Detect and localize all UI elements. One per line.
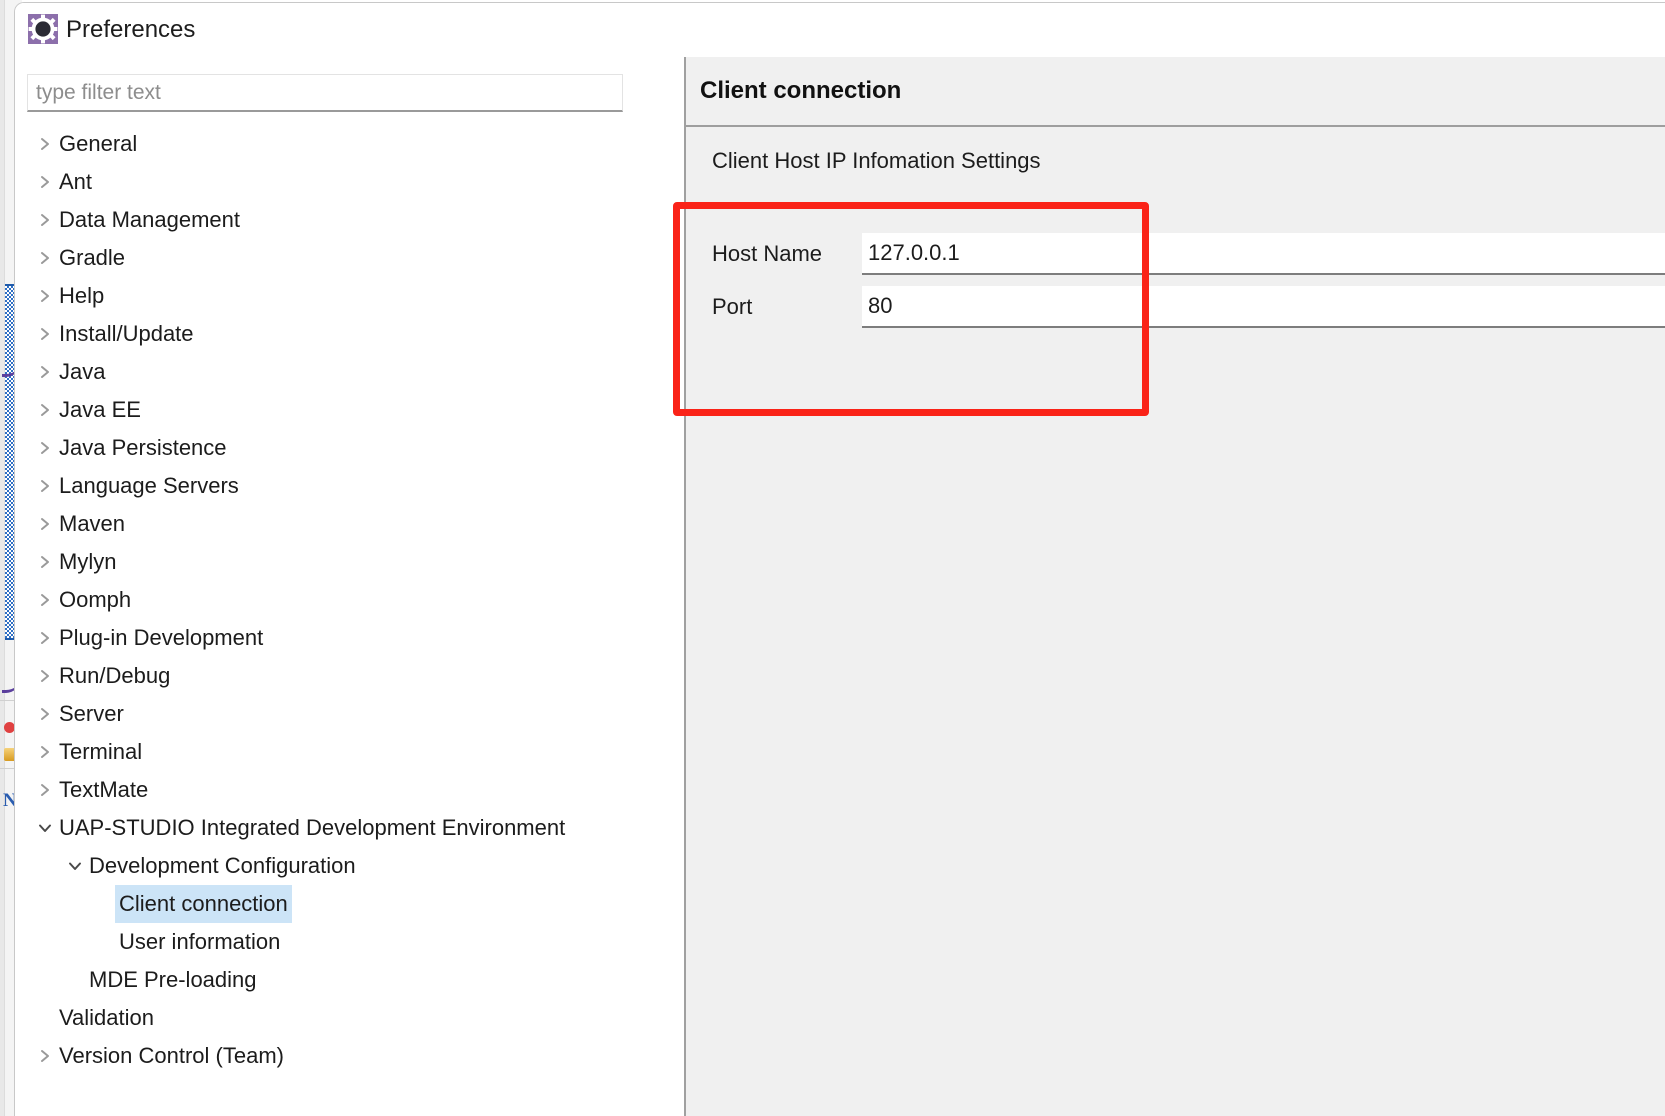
left-pane: GeneralAntData ManagementGradleHelpInsta… [15,57,684,1116]
port-label: Port [712,286,852,328]
tree-item-data-management[interactable]: Data Management [15,201,684,239]
chevron-right-icon[interactable] [35,771,55,809]
tree-item-label: Ant [55,163,96,201]
chevron-right-icon[interactable] [35,505,55,543]
tree-item-install-update[interactable]: Install/Update [15,315,684,353]
tree-item-ant[interactable]: Ant [15,163,684,201]
port-row: Port [712,286,1665,328]
tree-item-label: Version Control (Team) [55,1037,288,1075]
tree-item-label: Gradle [55,239,129,277]
section-description: Client Host IP Infomation Settings [712,148,1041,174]
chevron-right-icon[interactable] [35,543,55,581]
tree-item-label: TextMate [55,771,152,809]
tree-item-label: Maven [55,505,129,543]
tree-item-version-control-team[interactable]: Version Control (Team) [15,1037,684,1075]
chevron-right-icon[interactable] [35,277,55,315]
chevron-right-icon[interactable] [35,467,55,505]
chevron-right-icon[interactable] [35,619,55,657]
tree-item-label: Client connection [115,885,292,923]
tree-item-uap-studio-integrated-development-environment[interactable]: UAP-STUDIO Integrated Development Enviro… [15,809,684,847]
chevron-right-icon[interactable] [35,581,55,619]
tree-item-java-ee[interactable]: Java EE [15,391,684,429]
tree-item-label: Terminal [55,733,146,771]
tree-item-label: Validation [55,999,158,1037]
tree-item-plug-in-development[interactable]: Plug-in Development [15,619,684,657]
tree-item-textmate[interactable]: TextMate [15,771,684,809]
tree-item-terminal[interactable]: Terminal [15,733,684,771]
tree-item-label: General [55,125,141,163]
chevron-right-icon[interactable] [35,201,55,239]
chevron-down-icon[interactable] [35,809,55,847]
tree-item-java[interactable]: Java [15,353,684,391]
host-name-row: Host Name [712,233,1665,275]
tree-item-label: Run/Debug [55,657,174,695]
tree-item-label: Server [55,695,128,733]
tree-item-server[interactable]: Server [15,695,684,733]
chevron-right-icon[interactable] [35,429,55,467]
tree-item-mde-pre-loading[interactable]: MDE Pre-loading [15,961,684,999]
tree-item-label: Oomph [55,581,135,619]
chevron-right-icon[interactable] [35,163,55,201]
port-input[interactable] [862,286,1665,328]
preferences-dialog: Preferences GeneralAntData ManagementGra… [14,2,1665,1116]
tree-item-label: Install/Update [55,315,198,353]
filter-input[interactable] [27,74,623,112]
tree-item-run-debug[interactable]: Run/Debug [15,657,684,695]
preferences-tree[interactable]: GeneralAntData ManagementGradleHelpInsta… [15,125,684,1116]
tree-item-label: MDE Pre-loading [85,961,261,999]
tree-item-development-configuration[interactable]: Development Configuration [15,847,684,885]
chevron-right-icon[interactable] [35,1037,55,1075]
chevron-right-icon[interactable] [35,657,55,695]
tree-item-gradle[interactable]: Gradle [15,239,684,277]
chevron-down-icon[interactable] [65,847,85,885]
right-pane: Client connection Client Host IP Infomat… [686,57,1665,1116]
tree-item-label: Java EE [55,391,145,429]
tree-item-oomph[interactable]: Oomph [15,581,684,619]
page-header-divider [686,125,1665,127]
chevron-right-icon[interactable] [35,315,55,353]
chevron-right-icon[interactable] [35,353,55,391]
tree-item-label: Java [55,353,109,391]
chevron-right-icon[interactable] [35,695,55,733]
tree-item-label: Mylyn [55,543,120,581]
tree-item-help[interactable]: Help [15,277,684,315]
page-title: Client connection [700,77,901,105]
tree-item-validation[interactable]: Validation [15,999,684,1037]
tree-item-user-information[interactable]: User information [15,923,684,961]
tree-item-label: Help [55,277,108,315]
gear-icon [28,14,58,44]
tree-item-general[interactable]: General [15,125,684,163]
screen: N BIE BIE BIE BIE [0,0,1665,1116]
tree-item-maven[interactable]: Maven [15,505,684,543]
tree-item-label: Language Servers [55,467,243,505]
host-name-label: Host Name [712,233,852,275]
tree-item-label: Data Management [55,201,244,239]
tree-item-label: User information [115,923,284,961]
tree-item-mylyn[interactable]: Mylyn [15,543,684,581]
chevron-right-icon[interactable] [35,391,55,429]
tree-item-java-persistence[interactable]: Java Persistence [15,429,684,467]
tree-item-label: UAP-STUDIO Integrated Development Enviro… [55,809,569,847]
tree-item-label: Plug-in Development [55,619,267,657]
tree-item-label: Java Persistence [55,429,231,467]
host-name-input[interactable] [862,233,1665,275]
tree-item-language-servers[interactable]: Language Servers [15,467,684,505]
dialog-titlebar: Preferences [15,3,1665,57]
tree-item-client-connection[interactable]: Client connection [15,885,684,923]
chevron-right-icon[interactable] [35,733,55,771]
chevron-right-icon[interactable] [35,239,55,277]
dialog-title: Preferences [66,15,195,45]
tree-item-label: Development Configuration [85,847,360,885]
chevron-right-icon[interactable] [35,125,55,163]
